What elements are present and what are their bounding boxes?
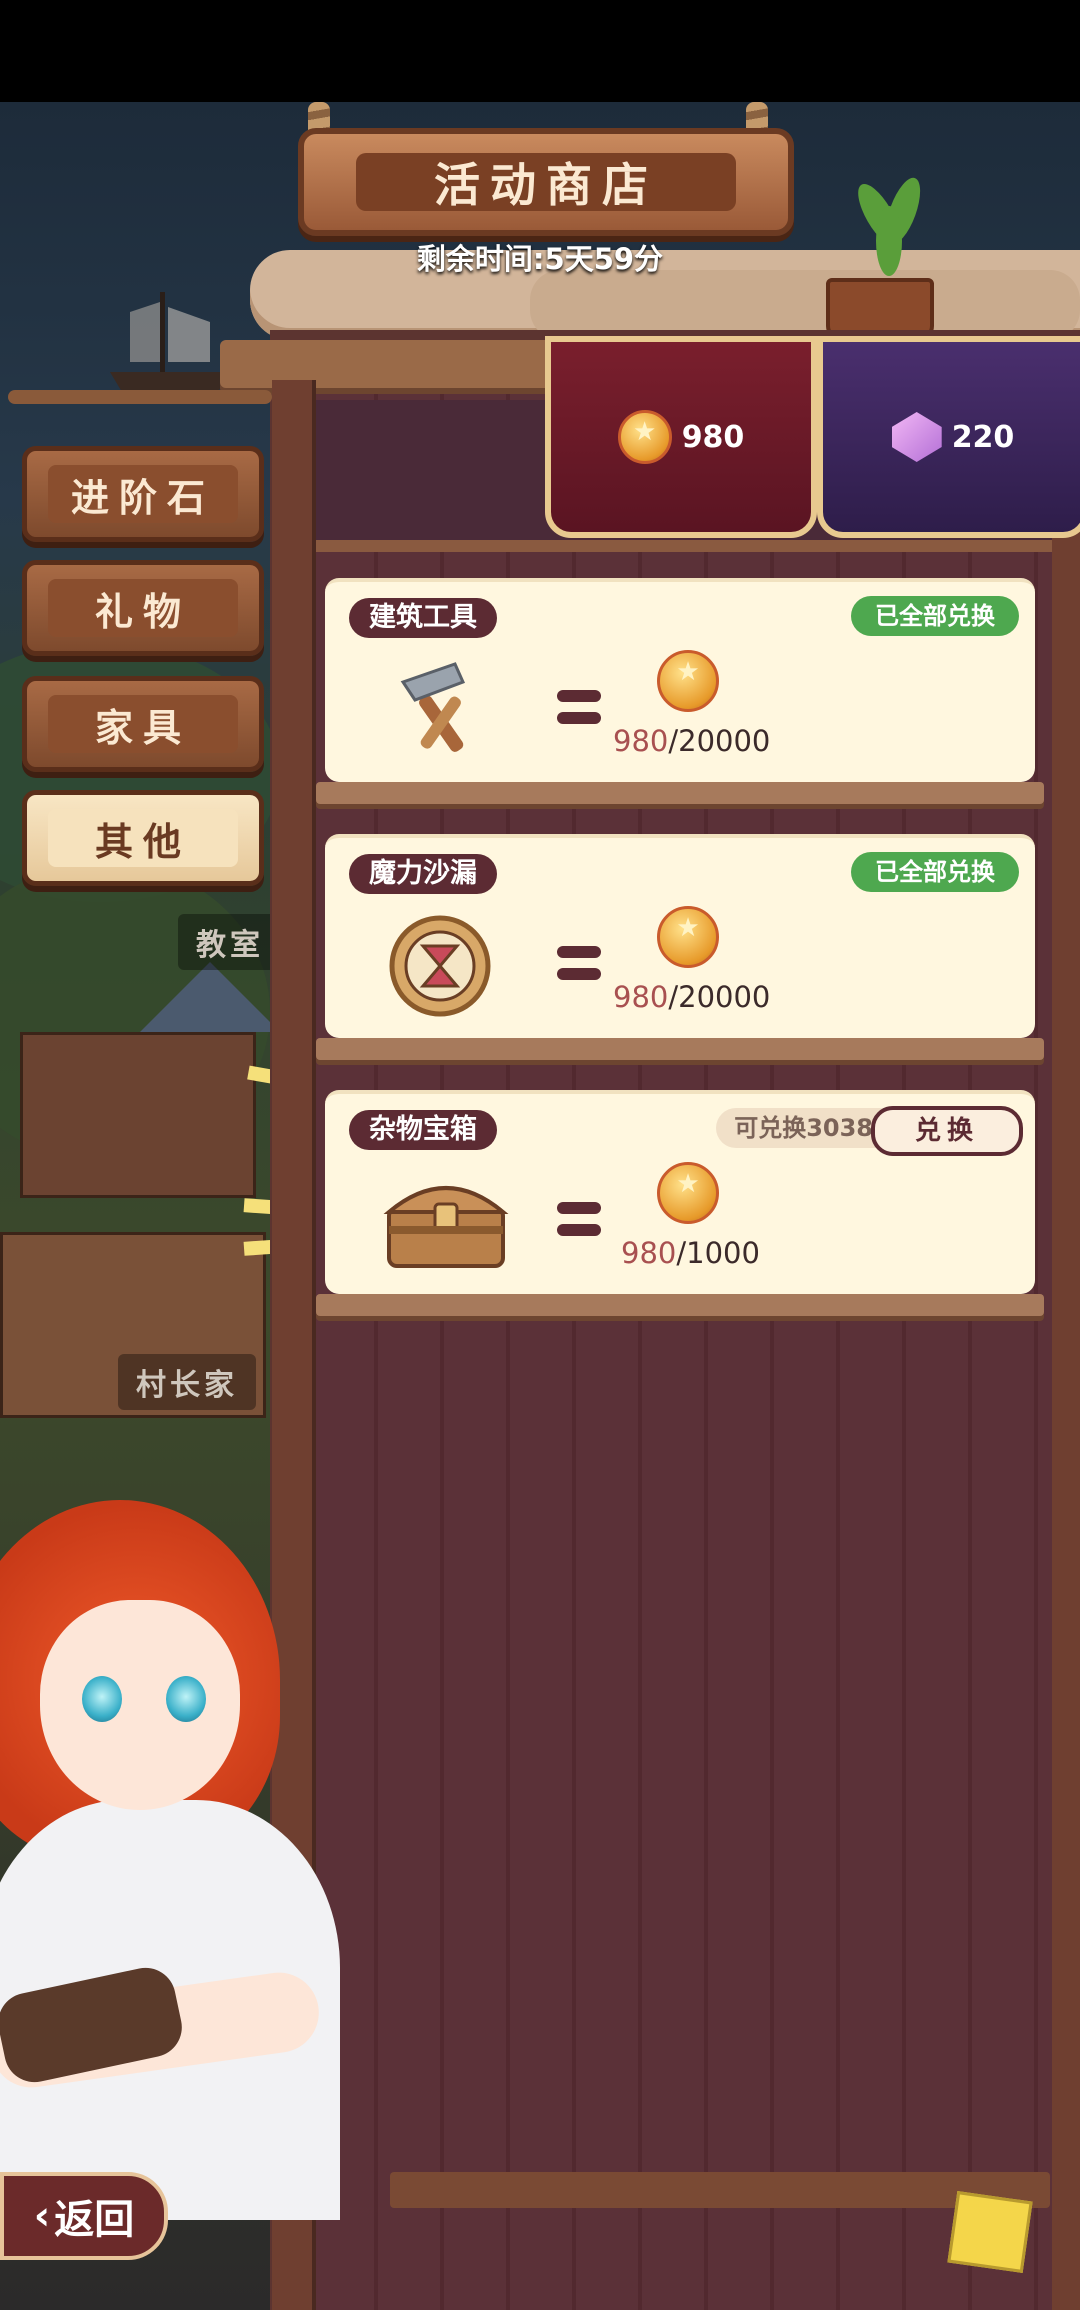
item-status-badge: 已全部兑换 [851, 852, 1019, 892]
hammer-icon [400, 662, 466, 752]
character-eye [82, 1676, 122, 1722]
tab-label: 礼物 [48, 579, 238, 637]
background-label-classroom: 教室 [178, 914, 282, 970]
tab-advance-stone[interactable]: 进阶石 [22, 446, 264, 542]
cost-owned: 980 [621, 1236, 677, 1270]
equals-icon [557, 1202, 601, 1236]
back-button[interactable]: ‹ 返回 [0, 2172, 168, 2260]
shelf-board [316, 1038, 1044, 1060]
cost-owned: 980 [613, 980, 669, 1014]
medal-icon [657, 1162, 719, 1224]
currency-gem-value: 220 [951, 419, 1015, 455]
item-name: 魔力沙漏 [349, 854, 497, 894]
item-cost: 980/20000 [613, 980, 770, 1014]
item-name: 建筑工具 [349, 598, 497, 638]
medal-icon [617, 410, 672, 464]
currency-gem-banner: 220 [817, 336, 1080, 538]
hourglass-icon [389, 915, 491, 1017]
remaining-time: 剩余时间:5天59分 [416, 242, 664, 276]
cost-required: /20000 [668, 980, 771, 1014]
page-title: 活动商店 [356, 153, 736, 212]
cabinet-post-right [1052, 380, 1080, 2310]
tab-gift[interactable]: 礼物 [22, 560, 264, 656]
currency-medal-value: 980 [681, 419, 745, 455]
item-name: 杂物宝箱 [349, 1110, 497, 1150]
note-icon[interactable] [947, 2191, 1033, 2273]
medal-icon [657, 650, 719, 712]
character-eye [166, 1676, 206, 1722]
shop-item-card: 建筑工具 已全部兑换 980/20000 [325, 578, 1035, 782]
tab-furniture[interactable]: 家具 [22, 676, 264, 772]
background-house [20, 1032, 256, 1198]
plant-leaf [876, 206, 902, 276]
item-cost: 980/20000 [613, 724, 770, 758]
ship-icon [110, 292, 230, 397]
cost-required: /1000 [676, 1236, 760, 1270]
tab-label: 其他 [48, 809, 238, 867]
tab-hanging-rod [8, 390, 272, 404]
tab-label: 家具 [48, 695, 238, 753]
shelf-board [316, 1294, 1044, 1316]
medal-icon [657, 906, 719, 968]
shelf-board [316, 782, 1044, 804]
shop-item-card: 魔力沙漏 已全部兑换 980/20000 [325, 834, 1035, 1038]
item-cost: 980/1000 [621, 1236, 760, 1270]
tab-label: 进阶石 [48, 465, 238, 523]
house-roof [140, 962, 280, 1032]
shop-item-card: 杂物宝箱 可兑换3038次 兑换 980/1000 [325, 1090, 1035, 1294]
gem-icon [891, 412, 942, 462]
chest-icon [383, 1186, 509, 1268]
chevron-left-icon: ‹ [33, 2193, 51, 2239]
tab-other[interactable]: 其他 [22, 790, 264, 886]
equals-icon [557, 946, 601, 980]
shop-title-board: 活动商店 [298, 128, 794, 236]
item-status-badge: 已全部兑换 [851, 596, 1019, 636]
back-button-label: 返回 [54, 2197, 135, 2243]
cost-required: /20000 [668, 724, 771, 758]
exchange-button[interactable]: 兑换 [871, 1106, 1023, 1156]
character-face [40, 1600, 240, 1810]
cost-owned: 980 [613, 724, 669, 758]
cabinet-bottom-board [390, 2172, 1050, 2208]
background-label-village-chief: 村长家 [118, 1354, 256, 1410]
equals-icon [557, 690, 601, 724]
currency-medal-banner: 980 [545, 336, 817, 538]
